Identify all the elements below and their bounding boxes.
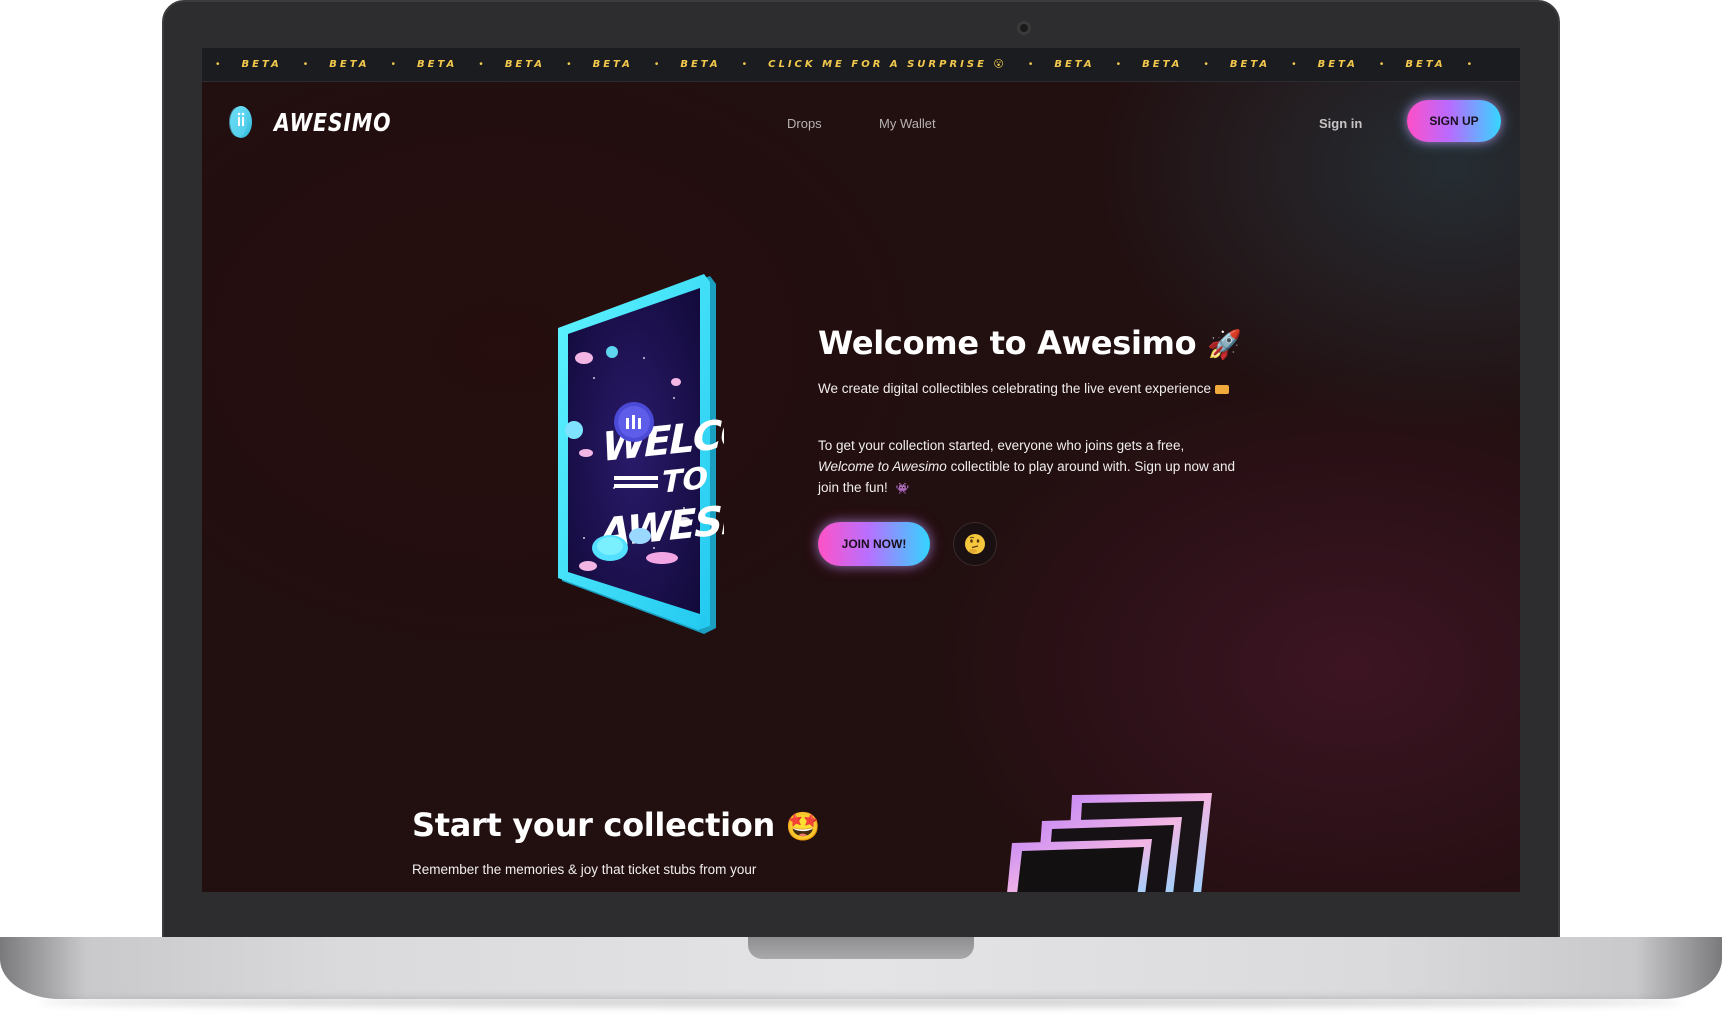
collection-description: Remember the memories & joy that ticket … <box>412 862 757 877</box>
ticker-item[interactable]: BETA <box>417 59 457 70</box>
ticker-dot: • <box>654 59 659 70</box>
ticker-item[interactable]: BETA <box>1318 59 1358 70</box>
rocket-icon: 🚀 <box>1207 328 1242 361</box>
ticker-item[interactable]: BETA <box>1230 59 1270 70</box>
card-line-2: TO <box>662 461 708 501</box>
join-now-button[interactable]: JOIN NOW! <box>818 522 930 566</box>
alien-icon: 👾 <box>895 483 910 495</box>
collectible-cards-stack <box>1002 783 1242 892</box>
collection-title: Start your collection 🤩 <box>412 806 821 844</box>
thinking-face-icon[interactable] <box>953 522 997 566</box>
signup-text-start: To get your collection started, everyone… <box>818 438 1185 453</box>
ticker-item[interactable]: BETA <box>505 59 545 70</box>
welcome-collectible-card: WELCOME TO AWESIMO <box>554 248 817 638</box>
collection-title-text: Start your collection <box>412 806 775 844</box>
ticker-item[interactable]: BETA <box>1405 59 1445 70</box>
ticker-dot: • <box>1116 59 1121 70</box>
ticker-item[interactable]: BETA <box>242 59 282 70</box>
ticket-icon <box>1214 384 1229 394</box>
sign-in-link[interactable]: Sign in <box>1319 116 1362 131</box>
ticker-dot: • <box>391 59 396 70</box>
hero-signup-text: To get your collection started, everyone… <box>818 435 1238 500</box>
nav-wallet-link[interactable]: My Wallet <box>879 116 936 131</box>
ticker-dot: • <box>216 59 220 70</box>
ticker-item[interactable]: BETA <box>593 59 633 70</box>
ticker-dot: • <box>1028 59 1033 70</box>
sign-up-button[interactable]: SIGN UP <box>1407 100 1501 142</box>
ticker-item[interactable]: BETA <box>1054 59 1094 70</box>
signup-text-italic: Welcome to Awesimo <box>818 459 947 474</box>
laptop-notch <box>748 937 974 959</box>
ticker-item[interactable]: BETA <box>680 59 720 70</box>
awesimo-logo-icon[interactable] <box>228 104 254 140</box>
beta-ticker[interactable]: • BETA • BETA • BETA • BETA • BETA • BET… <box>202 48 1520 82</box>
ticker-item[interactable]: BETA <box>1142 59 1182 70</box>
ticker-dot: • <box>1292 59 1296 70</box>
ticker-dot: • <box>303 59 308 70</box>
ticker-item[interactable]: BETA <box>329 59 369 70</box>
brand-name[interactable]: AWESIMO <box>274 108 391 137</box>
hero-title: Welcome to Awesimo 🚀 <box>818 324 1242 362</box>
hero-description-text: We create digital collectibles celebrati… <box>818 381 1211 396</box>
ticker-dot: • <box>567 59 571 70</box>
nav-drops-link[interactable]: Drops <box>787 116 822 131</box>
website-screen: • BETA • BETA • BETA • BETA • BETA • BET… <box>202 48 1520 892</box>
star-eyes-icon: 🤩 <box>785 810 821 843</box>
ticker-dot: • <box>1467 59 1472 70</box>
ticker-dot: • <box>1379 59 1384 70</box>
ticker-dot: • <box>742 59 747 70</box>
hero-description: We create digital collectibles celebrati… <box>818 378 1238 399</box>
surprise-link[interactable]: CLICK ME FOR A SURPRISE 😮 <box>768 59 1007 70</box>
ticker-dot: • <box>1204 59 1208 70</box>
ticker-dot: • <box>479 59 483 70</box>
camera-icon <box>1017 21 1031 35</box>
hero-title-text: Welcome to Awesimo <box>818 324 1197 362</box>
